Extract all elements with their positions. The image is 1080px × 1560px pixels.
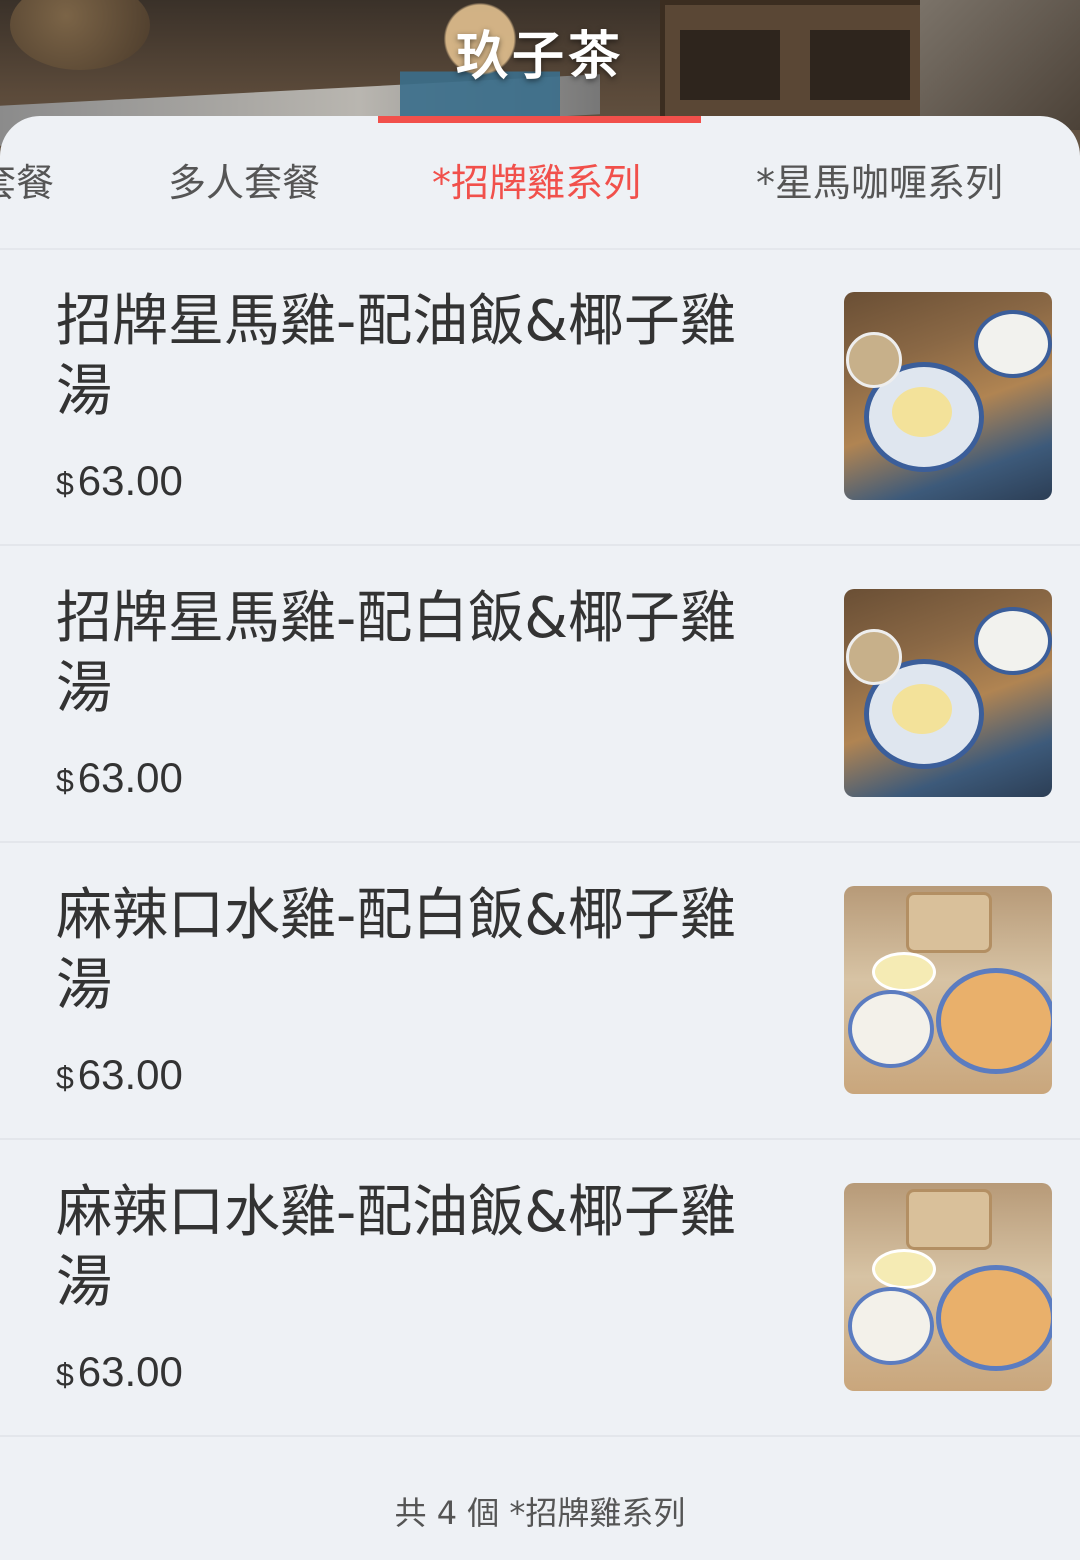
items-count-summary: 共 4 個 *招牌雞系列	[394, 1494, 686, 1532]
photo-chicken-plate	[936, 968, 1052, 1074]
photo-sign	[906, 892, 992, 953]
category-tabs[interactable]: 套餐 多人套餐 *招牌雞系列 *星馬咖喱系列	[0, 116, 1080, 250]
photo-chicken	[892, 684, 952, 734]
spicy-chicken-photo[interactable]	[844, 1183, 1052, 1391]
menu-card: 套餐 多人套餐 *招牌雞系列 *星馬咖喱系列 招牌星馬雞-配油飯&椰子雞湯 $6…	[0, 116, 1080, 1560]
photo-rice-bowl	[974, 607, 1052, 675]
tab-signature-chicken[interactable]: *招牌雞系列	[432, 152, 641, 207]
menu-item-price: $63.00	[56, 1348, 183, 1396]
menu-item[interactable]: 麻辣口水雞-配白飯&椰子雞湯 $63.00	[0, 843, 1080, 1140]
menu-item-price: $63.00	[56, 1051, 183, 1099]
price-value: 63.00	[77, 754, 183, 801]
menu-item-name: 招牌星馬雞-配白飯&椰子雞湯	[56, 586, 736, 721]
photo-chicken	[892, 387, 952, 437]
tab-set-meal[interactable]: 套餐	[0, 152, 54, 207]
hainanese-chicken-photo[interactable]	[844, 589, 1052, 797]
spicy-chicken-photo[interactable]	[844, 886, 1052, 1094]
photo-soup	[846, 332, 902, 388]
menu-list: 招牌星馬雞-配油飯&椰子雞湯 $63.00 招牌星馬雞-配白飯&椰子雞湯 $63…	[0, 249, 1080, 1437]
store-title: 玖子茶	[455, 27, 624, 87]
price-value: 63.00	[77, 1348, 183, 1395]
tab-curry-series[interactable]: *星馬咖喱系列	[756, 152, 1003, 207]
currency-symbol: $	[56, 1357, 74, 1393]
menu-item[interactable]: 招牌星馬雞-配白飯&椰子雞湯 $63.00	[0, 546, 1080, 843]
currency-symbol: $	[56, 763, 74, 799]
active-tab-indicator	[378, 116, 701, 123]
menu-item-price: $63.00	[56, 754, 183, 802]
photo-soup	[872, 952, 936, 992]
menu-item[interactable]: 麻辣口水雞-配油飯&椰子雞湯 $63.00	[0, 1140, 1080, 1437]
price-value: 63.00	[77, 457, 183, 504]
photo-soup	[872, 1249, 936, 1289]
app-root: 玖子茶 套餐 多人套餐 *招牌雞系列 *星馬咖喱系列 招牌星馬雞-配油飯&椰子雞…	[0, 0, 1080, 1560]
price-value: 63.00	[77, 1051, 183, 1098]
menu-item-name: 麻辣口水雞-配油飯&椰子雞湯	[56, 1180, 736, 1315]
menu-item[interactable]: 招牌星馬雞-配油飯&椰子雞湯 $63.00	[0, 249, 1080, 546]
tab-group-meal[interactable]: 多人套餐	[168, 152, 320, 207]
photo-sign	[906, 1189, 992, 1250]
menu-item-name: 麻辣口水雞-配白飯&椰子雞湯	[56, 883, 736, 1018]
photo-rice-bowl	[974, 310, 1052, 378]
hainanese-chicken-photo[interactable]	[844, 292, 1052, 500]
photo-rice-bowl	[848, 1287, 934, 1365]
currency-symbol: $	[56, 466, 74, 502]
photo-rice-bowl	[848, 990, 934, 1068]
currency-symbol: $	[56, 1060, 74, 1096]
photo-chicken-plate	[936, 1265, 1052, 1371]
photo-soup	[846, 629, 902, 685]
menu-item-name: 招牌星馬雞-配油飯&椰子雞湯	[56, 289, 736, 424]
menu-item-price: $63.00	[56, 457, 183, 505]
